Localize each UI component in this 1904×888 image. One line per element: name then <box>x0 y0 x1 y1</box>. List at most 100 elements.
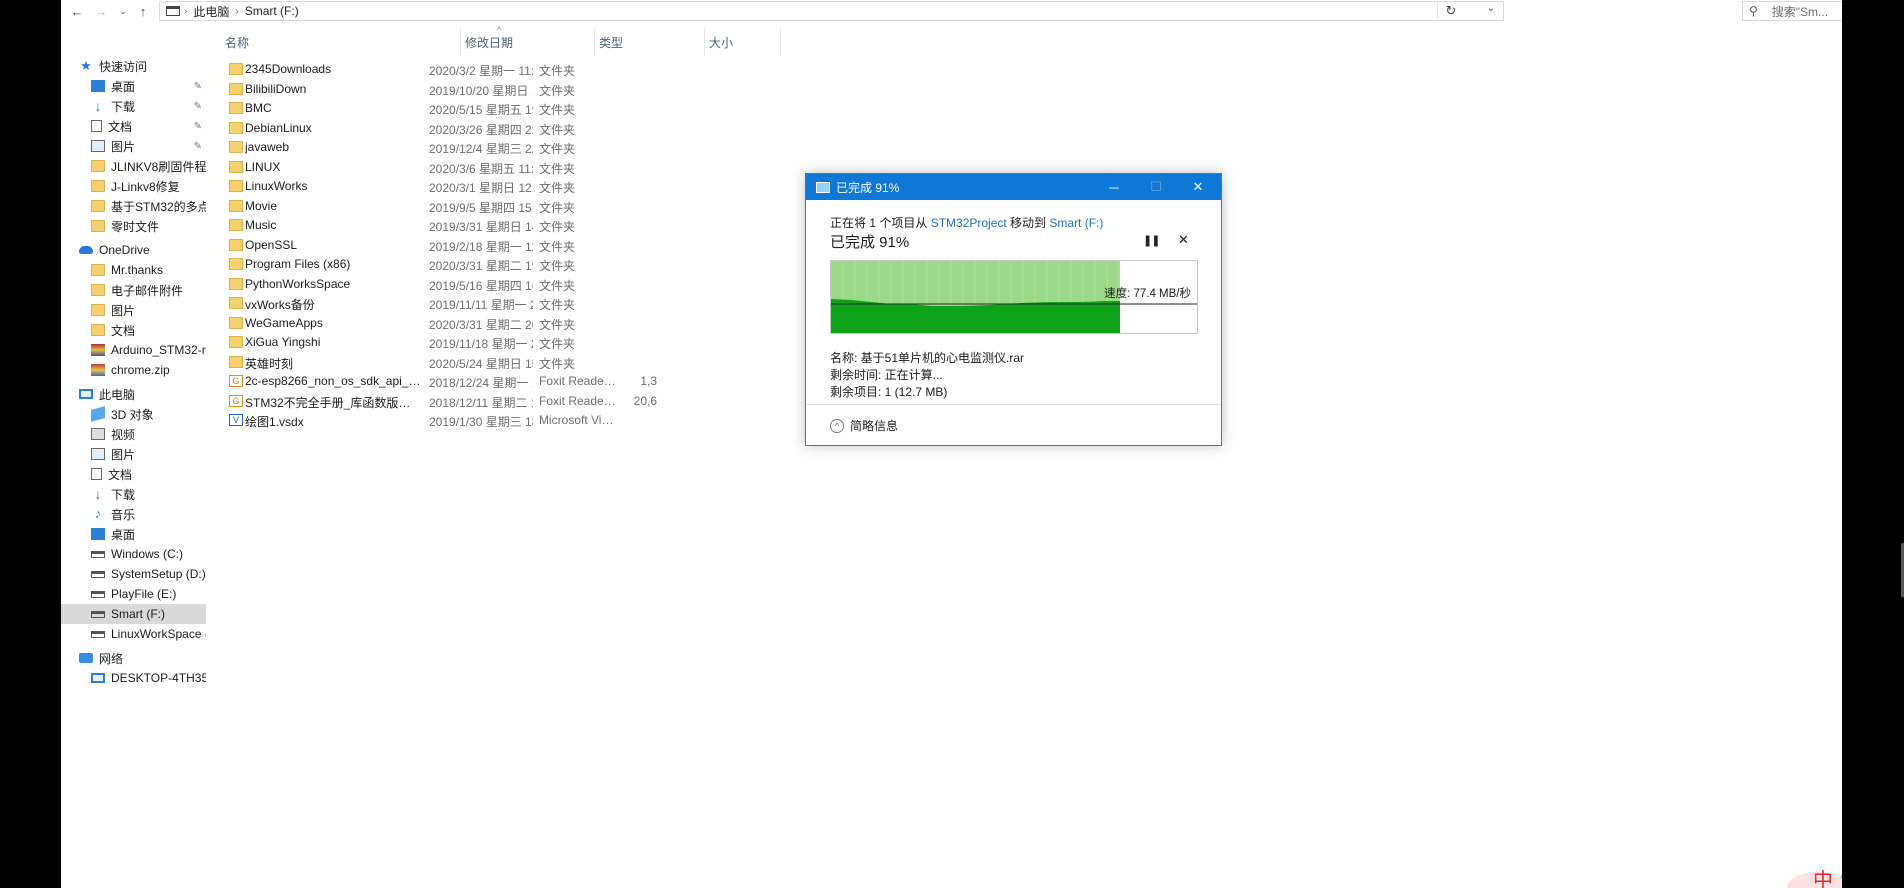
nav-item[interactable]: 电子邮件附件 <box>61 280 206 300</box>
close-button[interactable]: ✕ <box>1177 174 1219 200</box>
ime-chinese-mode-label: 中 <box>1813 870 1833 888</box>
breadcrumb-this-pc[interactable]: 此电脑 <box>187 3 235 20</box>
nav-item[interactable]: Windows (C:) <box>61 544 206 564</box>
nav-item[interactable]: J-Linkv8修复 <box>61 176 206 196</box>
destination-link[interactable]: Smart (F:) <box>1049 216 1103 230</box>
nav-item-label: 3D 对象 <box>111 407 154 422</box>
nav-item[interactable]: 文档 <box>61 464 206 484</box>
cancel-button[interactable]: ✕ <box>1178 232 1189 248</box>
file-row[interactable]: G2c-esp8266_non_os_sdk_api_referenc... 20… <box>225 372 845 391</box>
file-row[interactable]: BMC 2020/5/15 星期五 19:... 文件夹 <box>225 99 845 118</box>
nav-item[interactable]: 视频 <box>61 424 206 444</box>
file-row[interactable]: PythonWorksSpace 2019/5/16 星期四 16:... 文件夹 <box>225 275 845 294</box>
nav-item[interactable]: DESKTOP-4TH35V <box>61 668 206 688</box>
column-size-label: 大小 <box>709 35 734 50</box>
dialog-title-bar[interactable]: 已完成 91% ─ ☐ ✕ <box>806 174 1221 200</box>
file-row[interactable]: LinuxWorks 2020/3/1 星期日 12:18 文件夹 <box>225 177 845 196</box>
file-type: 文件夹 <box>539 220 576 234</box>
file-type: 文件夹 <box>539 259 576 273</box>
nav-item-label: 图片 <box>111 139 136 154</box>
nav-item[interactable]: Smart (F:) <box>61 604 206 624</box>
file-row[interactable]: OpenSSL 2019/2/18 星期一 11:... 文件夹 <box>225 236 845 255</box>
nav-item[interactable]: ★ 快速访问 <box>61 56 206 76</box>
refresh-button[interactable]: ↻ <box>1437 1 1464 21</box>
pin-icon[interactable]: ✎ <box>194 141 202 152</box>
column-header-size[interactable]: 大小 <box>705 28 781 56</box>
nav-item-label: 零时文件 <box>111 219 160 234</box>
nav-item[interactable]: JLINKV8刷固件程序 <box>61 156 206 176</box>
network-icon <box>79 653 93 663</box>
nav-item[interactable]: 此电脑 <box>61 384 206 404</box>
nav-item[interactable]: 零时文件 <box>61 216 206 236</box>
search-box[interactable]: ⚲ 搜索"Sm... <box>1742 1 1842 21</box>
nav-item[interactable]: 图片 ✎ <box>61 136 206 156</box>
nav-item[interactable]: OneDrive <box>61 240 206 260</box>
nav-item[interactable]: ♪ 音乐 <box>61 504 206 524</box>
file-row[interactable]: WeGameApps 2020/3/31 星期二 20:... 文件夹 <box>225 314 845 333</box>
nav-item[interactable]: 图片 <box>61 444 206 464</box>
file-type: 文件夹 <box>539 200 576 215</box>
pin-icon[interactable]: ✎ <box>194 121 202 132</box>
file-row[interactable]: Music 2019/3/31 星期日 14:... 文件夹 <box>225 216 845 235</box>
folder-icon <box>229 238 243 251</box>
file-type: 文件夹 <box>539 161 576 176</box>
pause-button[interactable]: ❚❚ <box>1143 234 1160 247</box>
file-row[interactable]: XiGua Yingshi 2019/11/18 星期一 2... 文件夹 <box>225 333 845 352</box>
file-name: XiGua Yingshi <box>245 335 321 349</box>
nav-item[interactable]: Arduino_STM32-m <box>61 340 206 360</box>
file-row[interactable]: vxWorks备份 2019/11/11 星期一 2... 文件夹 <box>225 294 845 313</box>
music-icon: ♪ <box>94 506 102 521</box>
pin-icon[interactable]: ✎ <box>194 81 202 92</box>
refresh-icon: ↻ <box>1445 3 1457 18</box>
file-type: Foxit Reader PD... <box>539 374 619 388</box>
nav-item[interactable]: 3D 对象 <box>61 404 206 424</box>
nav-item[interactable]: 文档 ✎ <box>61 116 206 136</box>
address-bar[interactable]: › 此电脑 › Smart (F:) ⌄ <box>159 1 1504 21</box>
folder-icon <box>91 304 105 316</box>
address-dropdown-icon[interactable]: ⌄ <box>1487 3 1495 14</box>
folder-icon <box>229 180 243 192</box>
back-button[interactable]: ← <box>67 2 87 20</box>
file-row[interactable]: V绘图1.vsdx 2019/1/30 星期三 18:... Microsoft V… <box>225 411 845 430</box>
nav-item[interactable]: 桌面 ✎ <box>61 76 206 96</box>
nav-item[interactable]: SystemSetup (D:) <box>61 564 206 584</box>
file-row[interactable]: LINUX 2020/3/6 星期五 11:32 文件夹 <box>225 158 845 177</box>
nav-item[interactable]: chrome.zip <box>61 360 206 380</box>
pdf-file-icon: G <box>229 394 243 407</box>
breadcrumb-smart-drive[interactable]: Smart (F:) <box>239 4 305 18</box>
file-row[interactable]: BilibiliDown 2019/10/20 星期日 1... 文件夹 <box>225 80 845 99</box>
file-row[interactable]: GSTM32不完全手册_库函数版本_V3.1.pdf 2018/12/11 星期二… <box>225 392 845 411</box>
recent-locations-button[interactable]: ⌄ <box>113 2 133 20</box>
folder-icon <box>229 160 243 173</box>
pin-icon[interactable]: ✎ <box>194 101 202 112</box>
nav-item[interactable]: 桌面 <box>61 524 206 544</box>
nav-item[interactable]: 文档 <box>61 320 206 340</box>
folder-icon <box>229 355 243 368</box>
ime-mascot-badge[interactable]: 中 <box>1787 848 1842 888</box>
column-header-type[interactable]: 类型 <box>595 28 705 56</box>
file-row[interactable]: DebianLinux 2020/3/26 星期四 22:... 文件夹 <box>225 119 845 138</box>
forward-button[interactable]: → <box>91 2 111 20</box>
column-header-date[interactable]: 修改日期 <box>461 28 595 56</box>
file-row[interactable]: 2345Downloads 2020/3/2 星期一 11:07 文件夹 <box>225 60 845 79</box>
source-folder-link[interactable]: STM32Project <box>931 216 1007 230</box>
nav-item[interactable]: 图片 <box>61 300 206 320</box>
nav-item-label: 快速访问 <box>99 59 148 74</box>
file-row[interactable]: Movie 2019/9/5 星期四 15:03 文件夹 <box>225 197 845 216</box>
nav-item[interactable]: LinuxWorkSpace ( <box>61 624 206 644</box>
minimize-button[interactable]: ─ <box>1093 174 1135 200</box>
up-button[interactable]: ↑ <box>133 2 153 20</box>
file-date: 2019/5/16 星期四 16:... <box>429 278 533 293</box>
nav-item[interactable]: ↓ 下载 ✎ <box>61 96 206 116</box>
file-row[interactable]: 英雄时刻 2020/5/24 星期日 15:... 文件夹 <box>225 353 845 372</box>
file-row[interactable]: Program Files (x86) 2020/3/31 星期二 19:... 文… <box>225 255 845 274</box>
nav-item[interactable]: Mr.thanks <box>61 260 206 280</box>
file-row[interactable]: javaweb 2019/12/4 星期三 22:... 文件夹 <box>225 138 845 157</box>
nav-item[interactable]: ↓ 下载 <box>61 484 206 504</box>
picture-icon <box>91 448 105 460</box>
column-header-name[interactable]: 名称 <box>221 28 461 56</box>
nav-item[interactable]: 基于STM32的多点 <box>61 196 206 216</box>
nav-item[interactable]: 网络 <box>61 648 206 668</box>
fewer-details-toggle[interactable]: ^ 简略信息 <box>830 417 898 434</box>
nav-item[interactable]: PlayFile (E:) <box>61 584 206 604</box>
